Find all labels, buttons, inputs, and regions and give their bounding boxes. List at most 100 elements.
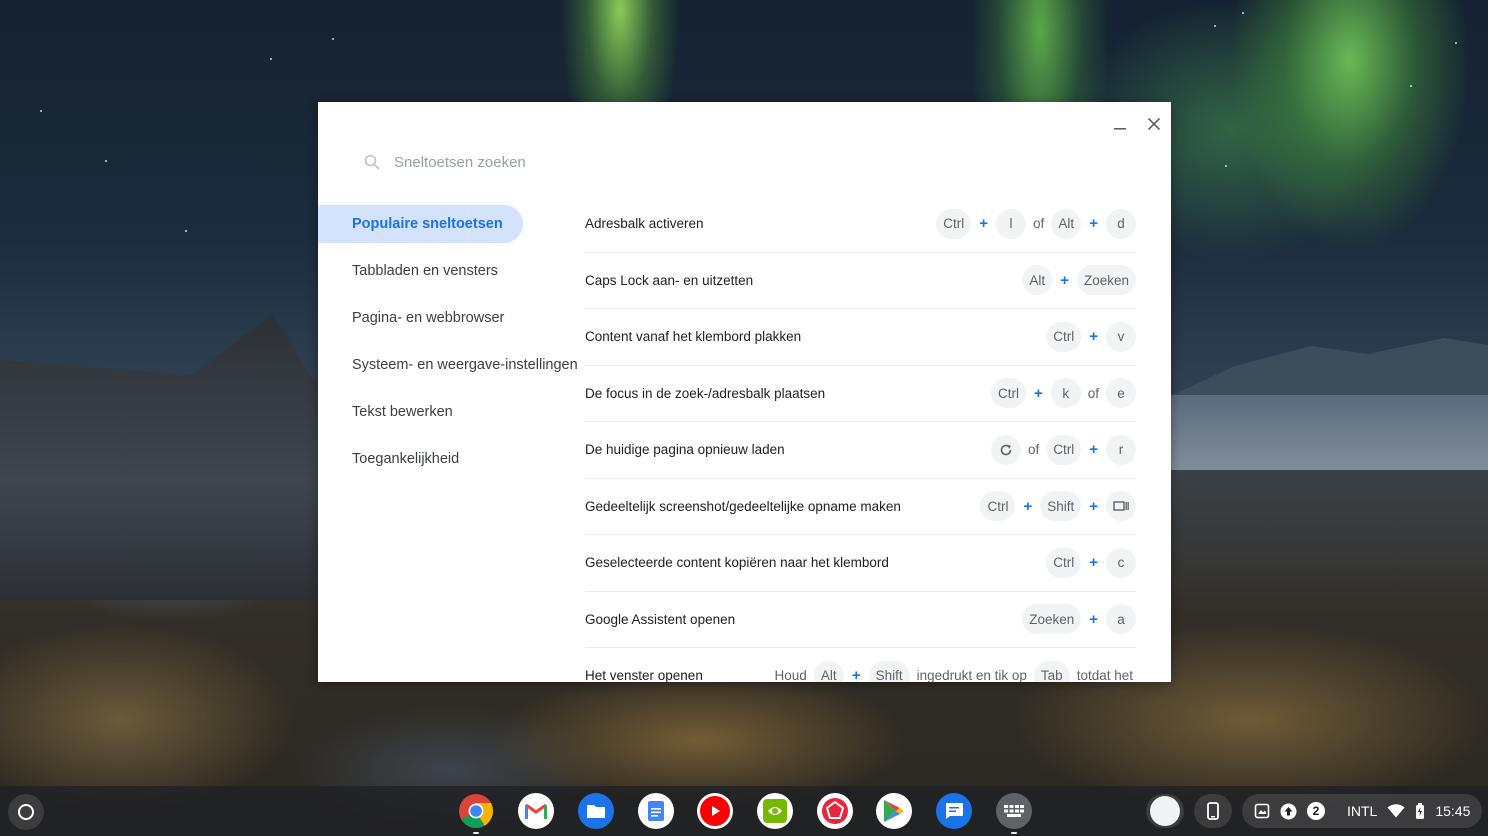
shortcut-keys: Ctrl + v — [1046, 321, 1136, 352]
plus-separator: + — [1089, 497, 1098, 515]
shortcut-keys: Ctrl + c — [1046, 547, 1136, 578]
phone-icon — [1207, 802, 1219, 820]
shortcut-keys: Ctrl + l of Alt + d — [936, 208, 1136, 239]
shortcut-row: Google Assistent openen Zoeken + a — [585, 592, 1136, 648]
red-app[interactable] — [817, 793, 853, 829]
key-overview — [1106, 491, 1136, 522]
launcher-button[interactable] — [8, 794, 44, 830]
key-cap: Alt — [1022, 265, 1053, 296]
connector-text: ingedrukt en tik op — [916, 668, 1027, 682]
plus-separator: + — [1089, 328, 1098, 346]
app-red-icon — [822, 798, 848, 824]
clock: 15:45 — [1435, 803, 1471, 819]
docs-app[interactable] — [638, 793, 674, 829]
shortcut-keys: of Ctrl + r — [990, 434, 1136, 465]
sidebar-item-label: Tabbladen en vensters — [352, 263, 498, 279]
sidebar-item-text-editing[interactable]: Tekst bewerken — [318, 393, 523, 431]
star — [1410, 85, 1412, 87]
minimize-button[interactable] — [1106, 110, 1134, 138]
key-cap: Shift — [1040, 491, 1082, 522]
gmail-icon — [525, 803, 547, 819]
messages-app[interactable] — [936, 793, 972, 829]
key-cap: Ctrl — [1046, 434, 1082, 465]
sidebar-item-popular[interactable]: Populaire sneltoetsen — [318, 205, 523, 243]
geforce-now-app[interactable] — [757, 793, 793, 829]
connector-text: of — [1027, 442, 1040, 458]
close-button[interactable] — [1140, 110, 1168, 138]
shortcut-description: Content vanaf het klembord plakken — [585, 329, 802, 345]
reload-icon — [1000, 444, 1012, 456]
key-cap: r — [1106, 434, 1136, 465]
plus-separator: + — [1089, 441, 1098, 459]
sidebar-item-page-browser[interactable]: Pagina- en webbrowser — [318, 299, 523, 337]
minimize-icon — [1114, 128, 1126, 130]
plus-separator: + — [1023, 497, 1033, 515]
key-cap: Tab — [1033, 660, 1070, 682]
key-reload — [990, 434, 1021, 465]
keyboard-shortcuts-window: Populaire sneltoetsen Tabbladen en venst… — [318, 102, 1171, 682]
files-app[interactable] — [578, 793, 614, 829]
sidebar-item-accessibility[interactable]: Toegankelijkheid — [318, 440, 523, 478]
plus-separator: + — [1060, 271, 1069, 289]
input-method-label: INTL — [1347, 803, 1378, 819]
messages-icon — [946, 803, 963, 819]
shortcut-keys: Houd Alt + Shift ingedrukt en tik op Tab totda… — [772, 660, 1136, 682]
shortcut-description: Google Assistent openen — [585, 611, 736, 627]
key-cap: k — [1050, 378, 1081, 409]
shortcut-row: Het venster openen Houd Alt + Shift ingedrukt… — [585, 648, 1136, 682]
sidebar-item-label: Populaire sneltoetsen — [352, 216, 503, 232]
phone-hub-button[interactable] — [1194, 794, 1232, 828]
key-cap: Shift — [868, 660, 910, 682]
key-cap: a — [1106, 604, 1136, 635]
shortcuts-app[interactable] — [996, 793, 1032, 834]
star — [270, 58, 272, 60]
shortcut-description: Geselecteerde content kopiëren naar het … — [585, 555, 889, 571]
star — [40, 110, 42, 112]
upload-icon — [1280, 803, 1297, 819]
key-cap: Ctrl — [936, 208, 972, 239]
star — [1455, 42, 1457, 44]
play-store-app[interactable] — [876, 793, 912, 829]
key-cap: v — [1106, 321, 1136, 352]
youtube-app[interactable] — [697, 793, 733, 829]
status-area[interactable]: 2 INTL 15:45 — [1242, 794, 1482, 828]
battery-icon — [1416, 803, 1425, 819]
search-input[interactable] — [394, 153, 644, 171]
key-cap: Ctrl — [980, 491, 1016, 522]
search-bar — [362, 146, 662, 178]
docs-icon — [648, 801, 664, 821]
connector-text: of — [1087, 385, 1099, 401]
star — [185, 230, 187, 232]
star — [1214, 25, 1216, 27]
sidebar-item-tabs-windows[interactable]: Tabbladen en vensters — [318, 252, 523, 290]
shortcut-description: Het venster openen — [585, 668, 703, 682]
wifi-icon — [1387, 804, 1405, 818]
connector-text: Houd — [774, 668, 807, 682]
search-icon — [362, 152, 382, 172]
sidebar-item-label: Systeem- en weergave-instellingen — [352, 357, 578, 373]
plus-separator: + — [1089, 610, 1098, 628]
youtube-icon — [700, 796, 730, 826]
sidebar-item-label: Pagina- en webbrowser — [352, 310, 505, 326]
key-cap: c — [1106, 547, 1136, 578]
key-cap: e — [1106, 378, 1136, 409]
holding-space-button[interactable] — [1146, 794, 1184, 828]
shortcut-keys: Ctrl + k of e — [990, 378, 1136, 409]
shortcut-row: Content vanaf het klembord plakken Ctrl + v — [585, 309, 1136, 366]
sidebar-item-system-display[interactable]: Systeem- en weergave-instellingen — [318, 346, 578, 384]
shortcut-keys: Ctrl + Shift + — [980, 491, 1136, 522]
connector-text: totdat het — [1076, 668, 1133, 682]
key-cap: Zoeken — [1076, 265, 1136, 296]
running-indicator — [473, 832, 479, 834]
key-cap: Ctrl — [990, 378, 1026, 409]
close-icon — [1147, 117, 1161, 131]
star — [1242, 12, 1244, 14]
gmail-app[interactable] — [518, 793, 554, 829]
plus-separator: + — [979, 215, 988, 233]
key-cap: Ctrl — [1046, 547, 1082, 578]
chrome-icon — [459, 794, 493, 828]
chrome-app[interactable] — [458, 793, 494, 834]
launcher-icon — [18, 804, 34, 820]
connector-text: of — [1032, 216, 1045, 232]
shortcut-keys: Alt + Zoeken — [1022, 265, 1136, 296]
